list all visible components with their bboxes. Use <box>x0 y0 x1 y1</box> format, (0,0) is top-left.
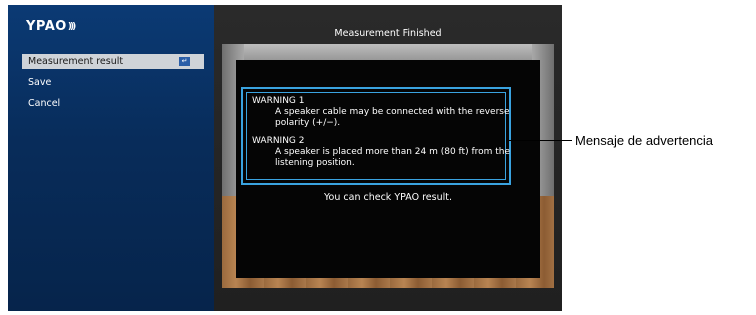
sound-waves-icon: ))) <box>67 22 76 32</box>
warning-1-title: WARNING 1 <box>252 96 305 106</box>
ypao-screen: YPAO))) Measurement result ↵ Save Cancel… <box>8 5 562 311</box>
ypao-logo: YPAO))) <box>26 19 76 34</box>
sidebar: YPAO))) Measurement result ↵ Save Cancel <box>8 5 214 311</box>
page-title: Measurement Finished <box>334 28 442 39</box>
warning-2-title: WARNING 2 <box>252 136 305 146</box>
callout-label: Mensaje de advertencia <box>575 133 714 148</box>
warning-message-box: WARNING 1 A speaker cable may be connect… <box>241 87 511 185</box>
callout-line <box>509 140 572 141</box>
menu-item-cancel[interactable]: Cancel <box>22 96 204 111</box>
warning-1-message: A speaker cable may be connected with th… <box>275 107 510 128</box>
menu-item-label: Measurement result <box>28 56 124 67</box>
ypao-result-hint: You can check YPAO result. <box>324 192 452 203</box>
enter-arrow-icon: ↵ <box>179 57 190 66</box>
menu-item-save[interactable]: Save <box>22 75 204 90</box>
menu-item-label: Cancel <box>28 98 61 109</box>
main-panel: Measurement Finished WARNING 1 A speaker… <box>214 5 562 311</box>
menu-item-measurement-result[interactable]: Measurement result ↵ <box>22 54 204 69</box>
menu-item-label: Save <box>28 77 52 88</box>
logo-text: YPAO <box>26 19 67 34</box>
warning-2-message: A speaker is placed more than 24 m (80 f… <box>275 147 511 168</box>
